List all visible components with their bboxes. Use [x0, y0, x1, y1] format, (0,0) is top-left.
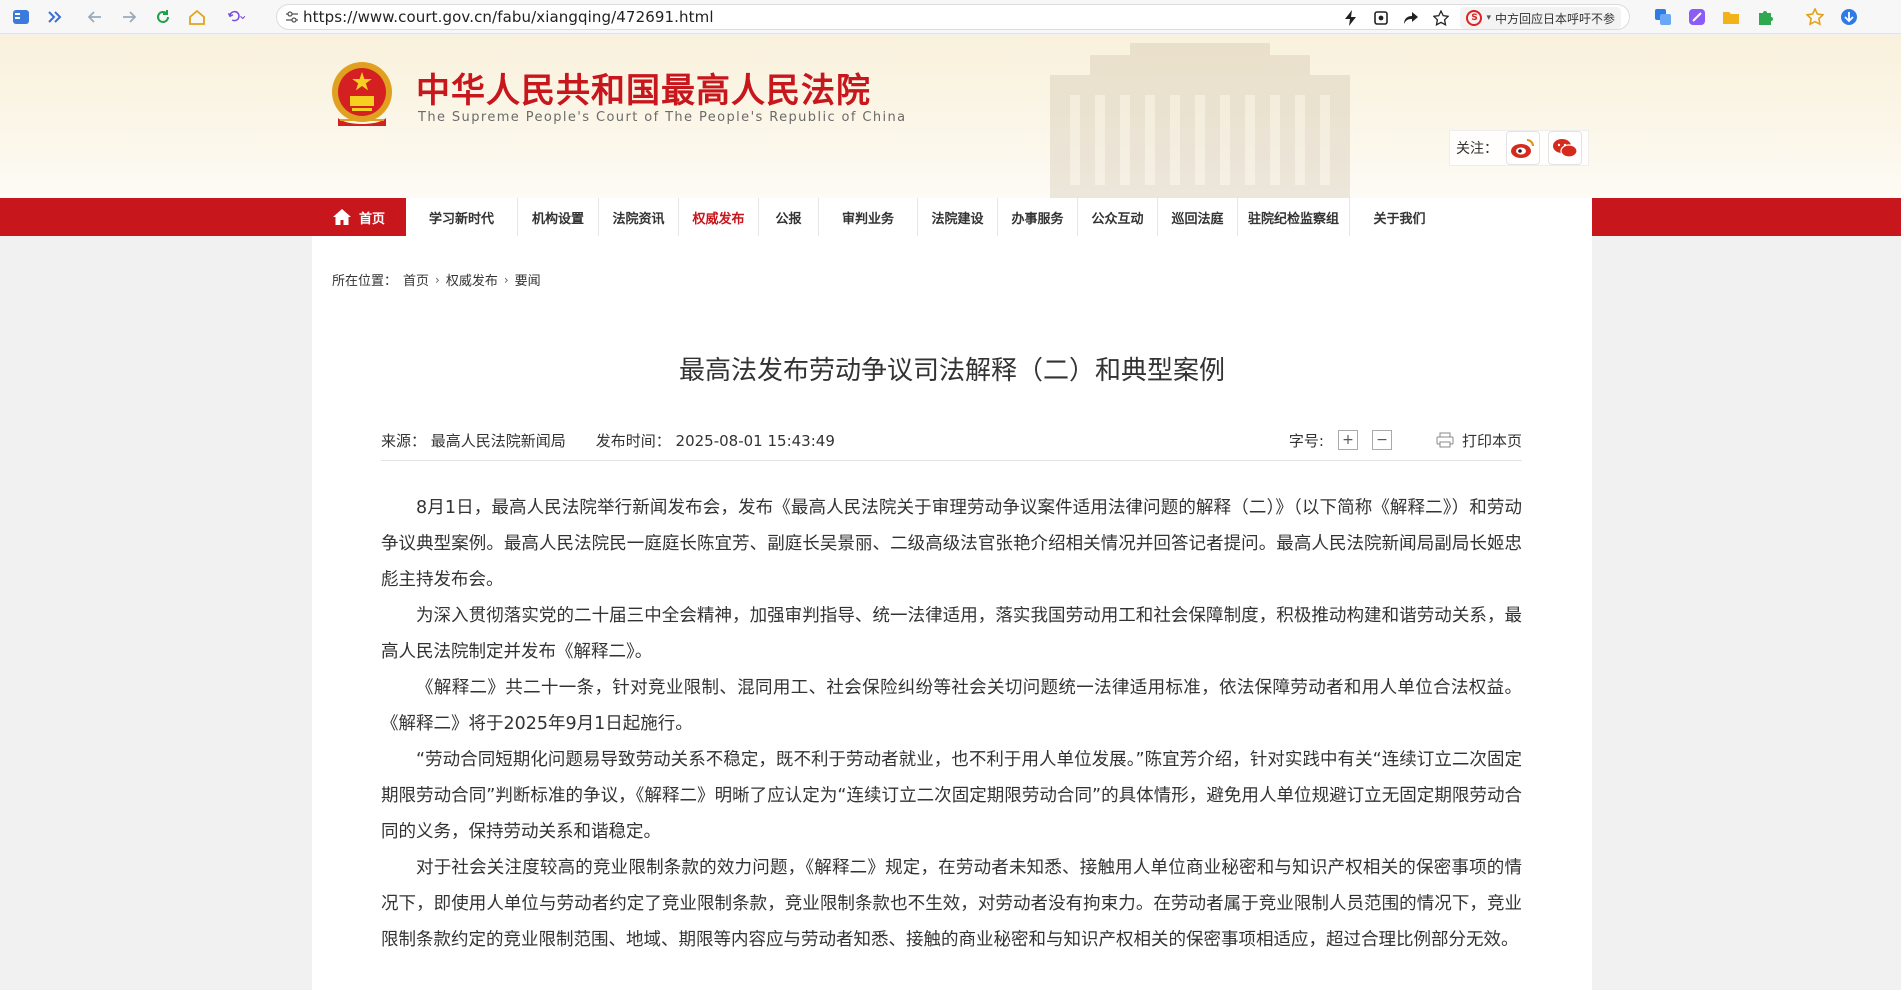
undo-history-icon[interactable] — [218, 4, 254, 30]
sidebar-toggle-icon[interactable] — [8, 4, 34, 30]
site-title[interactable]: 中华人民共和国最高人民法院 — [416, 63, 871, 112]
folder-icon[interactable] — [1720, 6, 1742, 28]
follow-label: 关注： — [1456, 141, 1498, 157]
wechat-icon[interactable] — [1548, 131, 1582, 165]
nav-home-label: 首页 — [358, 211, 385, 227]
article-body: 8月1日，最高人民法院举行新闻发布会，发布《最高人民法院关于审理劳动争议案件适用… — [381, 490, 1522, 958]
article-publish-time: 发布时间： 2025-08-01 15:43:49 — [595, 431, 835, 450]
dropdown-arrow-icon[interactable]: ▾ — [1486, 13, 1491, 23]
article-paragraph: 《解释二》共二十一条，针对竞业限制、混同用工、社会保险纠纷等社会关切问题统一法律… — [381, 678, 1522, 734]
article-source: 来源： 最高人民法院新闻局 — [381, 431, 566, 450]
print-button[interactable]: 打印本页 — [1436, 430, 1522, 451]
home-icon[interactable] — [184, 4, 210, 30]
breadcrumb-separator-icon: › — [503, 272, 509, 287]
nav-item-services[interactable]: 办事服务 — [998, 198, 1078, 236]
site-header: 中华人民共和国最高人民法院 The Supreme People's Court… — [0, 35, 1901, 198]
article-paragraph: 8月1日，最高人民法院举行新闻发布会，发布《最高人民法院关于审理劳动争议案件适用… — [381, 498, 1522, 590]
nav-item-circuit-courts[interactable]: 巡回法庭 — [1158, 198, 1238, 236]
breadcrumb-separator-icon: › — [435, 272, 440, 287]
site-subtitle: The Supreme People's Court of The People… — [418, 110, 907, 125]
reload-icon[interactable] — [150, 4, 176, 30]
breadcrumb-home[interactable]: 首页 — [403, 270, 429, 289]
weibo-icon[interactable] — [1506, 131, 1540, 165]
address-bar[interactable]: https://www.court.gov.cn/fabu/xiangqing/… — [276, 4, 1630, 30]
nav-home[interactable]: 首页 — [312, 198, 406, 236]
star-icon[interactable] — [1430, 7, 1452, 29]
print-label: 打印本页 — [1461, 431, 1522, 450]
follow-bar: 关注： — [1449, 130, 1589, 166]
nav-item-study[interactable]: 学习新时代 — [406, 198, 518, 236]
meta-divider — [381, 460, 1522, 461]
bookmark-star-icon[interactable] — [1804, 6, 1826, 28]
nav-item-court-construction[interactable]: 法院建设 — [918, 198, 998, 236]
translate-icon[interactable] — [1652, 6, 1674, 28]
breadcrumb-label: 所在位置： — [332, 274, 398, 289]
nav-item-trial-business[interactable]: 审判业务 — [819, 198, 918, 236]
search-suggestion-text[interactable]: 中方回应日本呼吁不参 — [1495, 10, 1615, 27]
puzzle-extension-icon[interactable] — [1754, 6, 1776, 28]
national-emblem-icon — [332, 62, 392, 126]
main-navigation: 首页 学习新时代 机构设置 法院资讯 权威发布 公报 审判业务 法院建设 办事服… — [0, 198, 1901, 236]
back-arrow-icon[interactable] — [82, 4, 108, 30]
lightning-icon[interactable] — [1340, 7, 1362, 29]
nav-item-organization[interactable]: 机构设置 — [518, 198, 599, 236]
nav-item-about-us[interactable]: 关于我们 — [1350, 198, 1449, 236]
browser-toolbar: https://www.court.gov.cn/fabu/xiangqing/… — [0, 0, 1901, 34]
nav-item-public-interaction[interactable]: 公众互动 — [1078, 198, 1158, 236]
article-paragraph: 为深入贯彻落实党的二十届三中全会精神，加强审判指导、统一法律适用，落实我国劳动用… — [381, 606, 1522, 662]
article-container: 所在位置： 首页 › 权威发布 › 要闻 最高法发布劳动争议司法解释（二）和典型… — [312, 236, 1592, 990]
breadcrumb-news[interactable]: 要闻 — [515, 270, 541, 289]
share-icon[interactable] — [1400, 7, 1422, 29]
article-paragraph: “劳动合同短期化问题易导致劳动关系不稳定，既不利于劳动者就业，也不利于用人单位发… — [381, 750, 1522, 842]
font-decrease-button[interactable]: − — [1371, 430, 1392, 450]
screenshot-icon[interactable] — [1370, 7, 1392, 29]
home-nav-icon — [332, 209, 351, 225]
font-increase-button[interactable]: + — [1337, 430, 1358, 450]
search-box[interactable]: S ▾ 中方回应日本呼吁不参 — [1460, 7, 1621, 29]
article-title: 最高法发布劳动争议司法解释（二）和典型案例 — [678, 356, 1225, 386]
breadcrumb-authoritative-release[interactable]: 权威发布 — [446, 270, 498, 289]
sogou-logo-icon: S — [1466, 10, 1483, 26]
forward-arrow-icon[interactable] — [116, 4, 142, 30]
nav-item-discipline-inspection[interactable]: 驻院纪检监察组 — [1238, 198, 1350, 236]
breadcrumb: 所在位置： 首页 › 权威发布 › 要闻 — [332, 270, 541, 290]
url-text[interactable]: https://www.court.gov.cn/fabu/xiangqing/… — [303, 8, 714, 26]
nav-item-gazette[interactable]: 公报 — [759, 198, 819, 236]
site-info-icon[interactable] — [281, 10, 303, 24]
article-meta: 来源： 最高人民法院新闻局 发布时间： 2025-08-01 15:43:49 … — [381, 428, 1522, 452]
nav-item-authoritative-release[interactable]: 权威发布 — [679, 198, 759, 236]
pen-extension-icon[interactable] — [1686, 6, 1708, 28]
font-size-label: 字号: — [1288, 431, 1324, 450]
double-chevron-right-icon[interactable] — [42, 4, 68, 30]
nav-item-news[interactable]: 法院资讯 — [599, 198, 679, 236]
download-icon[interactable] — [1838, 6, 1860, 28]
printer-icon — [1436, 432, 1454, 448]
article-paragraph: 对于社会关注度较高的竞业限制条款的效力问题，《解释二》规定，在劳动者未知悉、接触… — [381, 858, 1522, 950]
